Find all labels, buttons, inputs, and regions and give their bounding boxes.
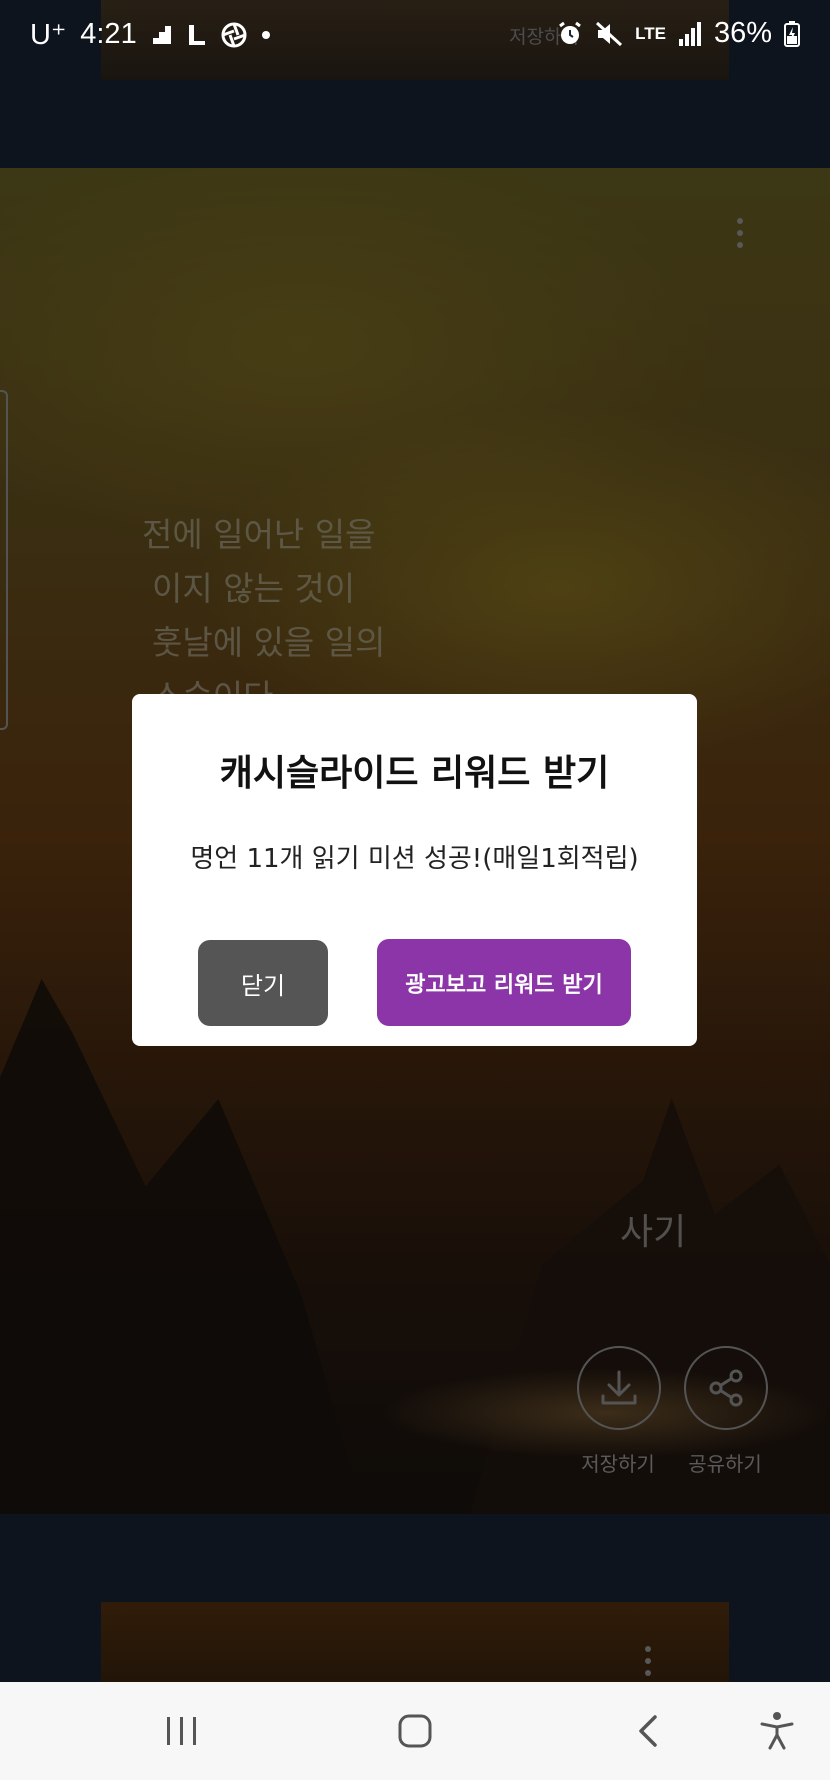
accessibility-icon — [760, 1712, 794, 1750]
status-bar: U⁺ 4:21 LTE 36% — [0, 0, 830, 70]
close-button[interactable]: 닫기 — [198, 940, 328, 1026]
back-button[interactable] — [603, 1682, 693, 1780]
recent-apps-icon — [167, 1717, 196, 1745]
reward-dialog: 캐시슬라이드 리워드 받기 명언 11개 읽기 미션 성공!(매일1회적립) 닫… — [132, 694, 697, 1046]
dialog-message: 명언 11개 읽기 미션 성공!(매일1회적립) — [190, 844, 639, 874]
clock: 4:21 — [80, 18, 137, 50]
signal-icon — [678, 21, 701, 46]
recent-apps-button[interactable] — [137, 1682, 227, 1780]
battery-charging-icon — [784, 20, 800, 47]
watch-ad-reward-button[interactable]: 광고보고 리워드 받기 — [377, 939, 631, 1026]
screen: 저장하기 전에 일어난 일을 이지 않는 것이 훗날에 있을 일의 스승이다. … — [0, 0, 830, 1780]
battery-percent: 36% — [713, 17, 772, 49]
alarm-icon — [559, 21, 581, 44]
aperture-icon — [221, 22, 247, 47]
home-button[interactable] — [370, 1682, 460, 1780]
l-app-icon — [188, 24, 205, 45]
carrier-label: U⁺ — [30, 19, 67, 51]
mute-icon — [596, 21, 623, 46]
network-type: LTE — [635, 23, 666, 43]
stairs-app-icon — [152, 25, 171, 44]
home-icon — [398, 1714, 432, 1748]
accessibility-button[interactable] — [732, 1682, 822, 1780]
back-icon — [639, 1715, 657, 1747]
notification-dot-icon — [261, 30, 270, 39]
system-navigation-bar — [0, 1682, 830, 1780]
dialog-title: 캐시슬라이드 리워드 받기 — [219, 753, 610, 794]
